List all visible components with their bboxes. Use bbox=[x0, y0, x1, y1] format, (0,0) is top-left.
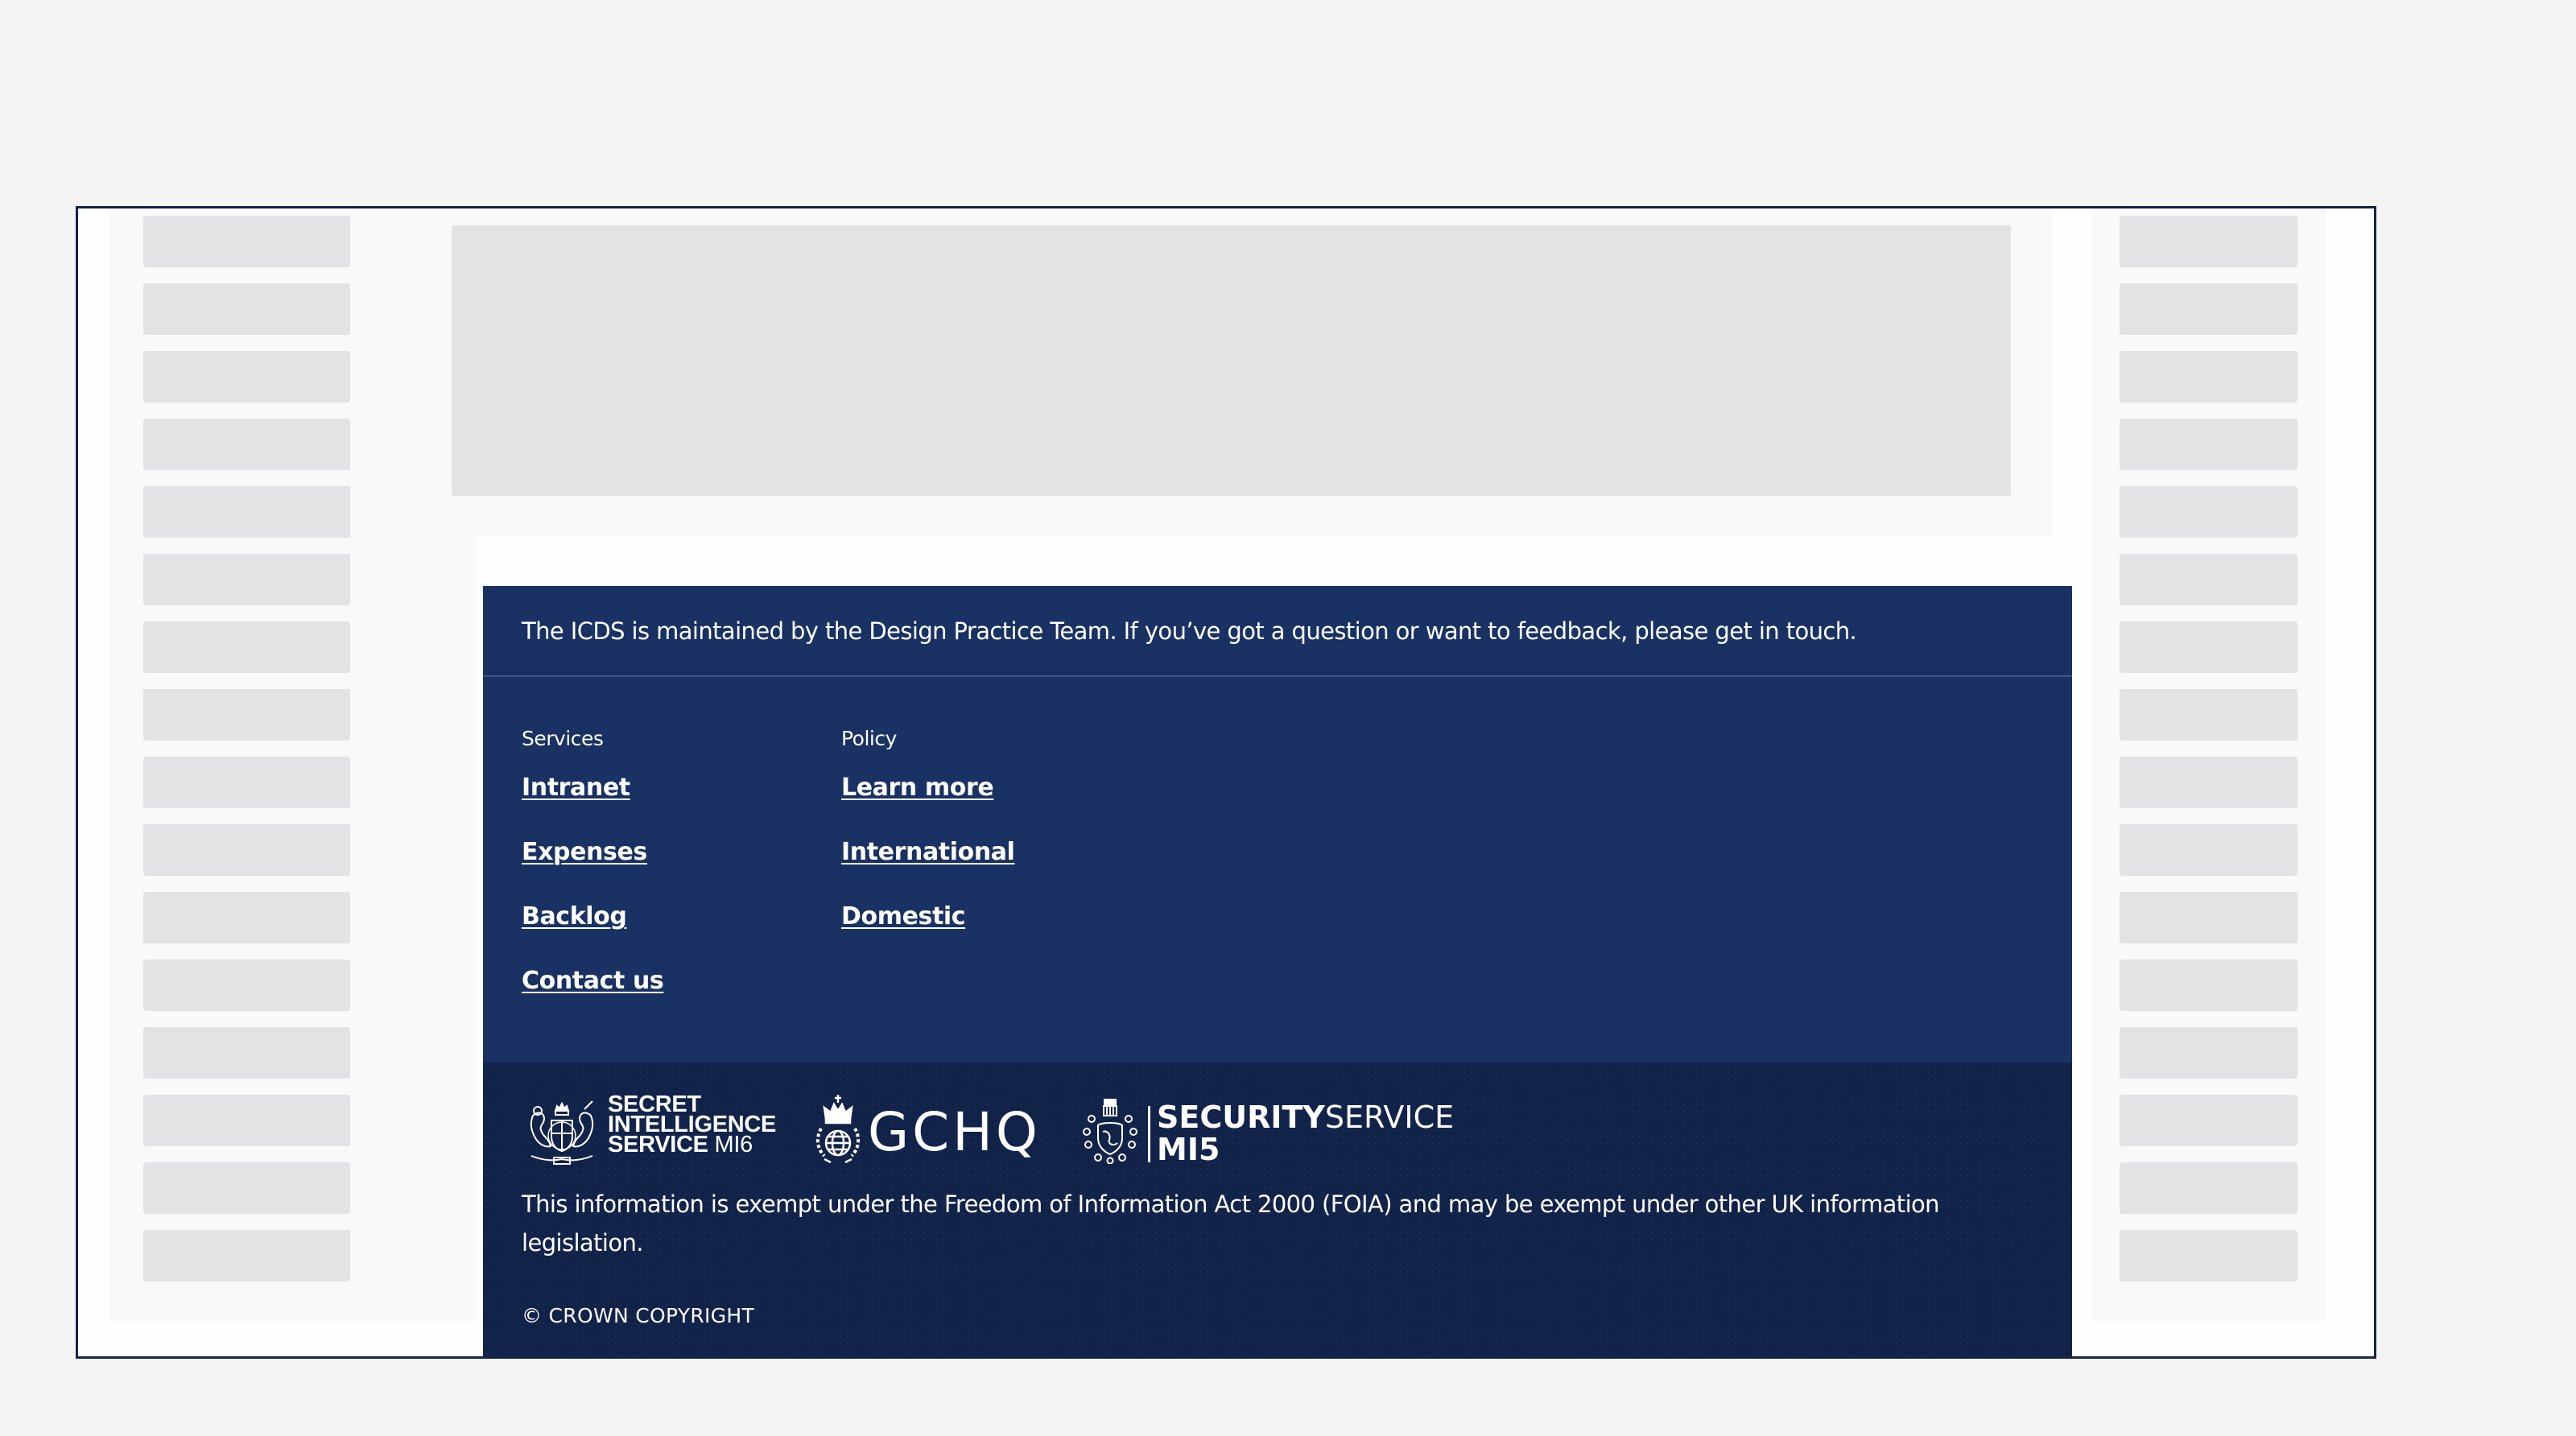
footer-column-heading: Policy bbox=[841, 727, 897, 750]
mi5-wordmark: SECURITYSERVICE MI5 bbox=[1157, 1101, 1454, 1166]
footer-primary-section: The ICDS is maintained by the Design Pra… bbox=[483, 586, 2072, 1063]
footer-link-international[interactable]: International bbox=[841, 838, 1015, 902]
gchq-crown-globe-icon bbox=[815, 1095, 861, 1164]
gchq-logo: GCHQ bbox=[815, 1093, 1040, 1166]
footer-link-contact-us[interactable]: Contact us bbox=[522, 967, 664, 1031]
skeleton-nav-item bbox=[2120, 486, 2297, 538]
skeleton-nav-item bbox=[143, 1027, 350, 1079]
page-preview-frame: The ICDS is maintained by the Design Pra… bbox=[76, 206, 2376, 1359]
skeleton-nav-item bbox=[2120, 216, 2297, 267]
skeleton-nav-item bbox=[143, 283, 350, 335]
skeleton-nav-item bbox=[2120, 283, 2297, 335]
skeleton-nav-item bbox=[143, 689, 350, 741]
footer-link-backlog[interactable]: Backlog bbox=[522, 902, 663, 967]
skeleton-nav-item bbox=[143, 1230, 350, 1281]
skeleton-nav-item bbox=[2120, 351, 2297, 402]
skeleton-nav-item bbox=[143, 554, 350, 605]
skeleton-nav-item bbox=[143, 1095, 350, 1146]
skeleton-nav-item bbox=[143, 892, 350, 943]
mi5-divider bbox=[1148, 1106, 1150, 1162]
skeleton-nav-item bbox=[143, 621, 350, 673]
skeleton-nav-item bbox=[2120, 621, 2297, 673]
skeleton-nav-item bbox=[2120, 419, 2297, 470]
agency-logos: SECRET INTELLIGENCE SERVICE MI6 GCHQ SEC… bbox=[523, 1093, 1489, 1166]
footer-link-domestic[interactable]: Domestic bbox=[841, 902, 1015, 967]
footer-link-intranet[interactable]: Intranet bbox=[522, 774, 663, 838]
footer-divider bbox=[483, 675, 2072, 677]
footer-link-learn-more[interactable]: Learn more bbox=[841, 774, 1015, 838]
content-placeholder-block bbox=[452, 225, 2011, 496]
skeleton-nav-item bbox=[2120, 1027, 2297, 1079]
footer-link-expenses[interactable]: Expenses bbox=[522, 838, 663, 902]
skeleton-nav-item bbox=[2120, 959, 2297, 1011]
mi5-line-2: MI5 bbox=[1157, 1132, 1220, 1167]
skeleton-nav-item bbox=[143, 216, 350, 267]
footer-policy-column: Policy Learn more International Domestic bbox=[841, 727, 1015, 967]
skeleton-nav-item bbox=[2120, 757, 2297, 808]
skeleton-nav-item bbox=[143, 1162, 350, 1214]
mi6-logo: SECRET INTELLIGENCE SERVICE MI6 bbox=[523, 1093, 776, 1166]
footer-column-heading: Services bbox=[522, 727, 604, 750]
skeleton-nav-item bbox=[2120, 1095, 2297, 1146]
foia-notice: This information is exempt under the Fre… bbox=[522, 1190, 1940, 1256]
skeleton-nav-item bbox=[2120, 554, 2297, 605]
mi6-wordmark: SECRET INTELLIGENCE SERVICE MI6 bbox=[608, 1093, 776, 1157]
gchq-wordmark: GCHQ bbox=[868, 1101, 1041, 1163]
skeleton-nav-item bbox=[143, 486, 350, 538]
mi5-service: SERVICE bbox=[1324, 1100, 1455, 1135]
footer-services-column: Services Intranet Expenses Backlog Conta… bbox=[522, 727, 664, 1031]
skeleton-nav-item bbox=[2120, 824, 2297, 876]
left-sidebar-skeleton bbox=[109, 208, 477, 1322]
skeleton-nav-item bbox=[143, 959, 350, 1011]
skeleton-nav-item bbox=[143, 351, 350, 402]
skeleton-nav-item bbox=[2120, 1162, 2297, 1214]
footer-intro-text: The ICDS is maintained by the Design Pra… bbox=[522, 617, 1857, 645]
footer-legal-section: SECRET INTELLIGENCE SERVICE MI6 GCHQ SEC… bbox=[483, 1063, 2072, 1359]
mi6-line-3-bold: SERVICE bbox=[608, 1132, 708, 1157]
skeleton-nav-item bbox=[143, 757, 350, 808]
site-footer: The ICDS is maintained by the Design Pra… bbox=[483, 586, 2072, 1359]
right-sidebar-skeleton bbox=[2091, 208, 2326, 1322]
skeleton-nav-item bbox=[2120, 689, 2297, 741]
royal-coat-of-arms-icon bbox=[530, 1100, 594, 1165]
skeleton-nav-item bbox=[143, 419, 350, 470]
security-service-crest-icon bbox=[1083, 1099, 1137, 1164]
mi6-line-3-light: MI6 bbox=[714, 1132, 753, 1157]
crown-copyright: © CROWN COPYRIGHT bbox=[522, 1304, 755, 1327]
skeleton-nav-item bbox=[2120, 1230, 2297, 1281]
skeleton-nav-item bbox=[2120, 892, 2297, 943]
mi5-security: SECURITY bbox=[1157, 1100, 1325, 1135]
mi5-logo: SECURITYSERVICE MI5 bbox=[1082, 1093, 1468, 1166]
skeleton-nav-item bbox=[143, 824, 350, 876]
main-content-skeleton bbox=[430, 208, 2052, 536]
